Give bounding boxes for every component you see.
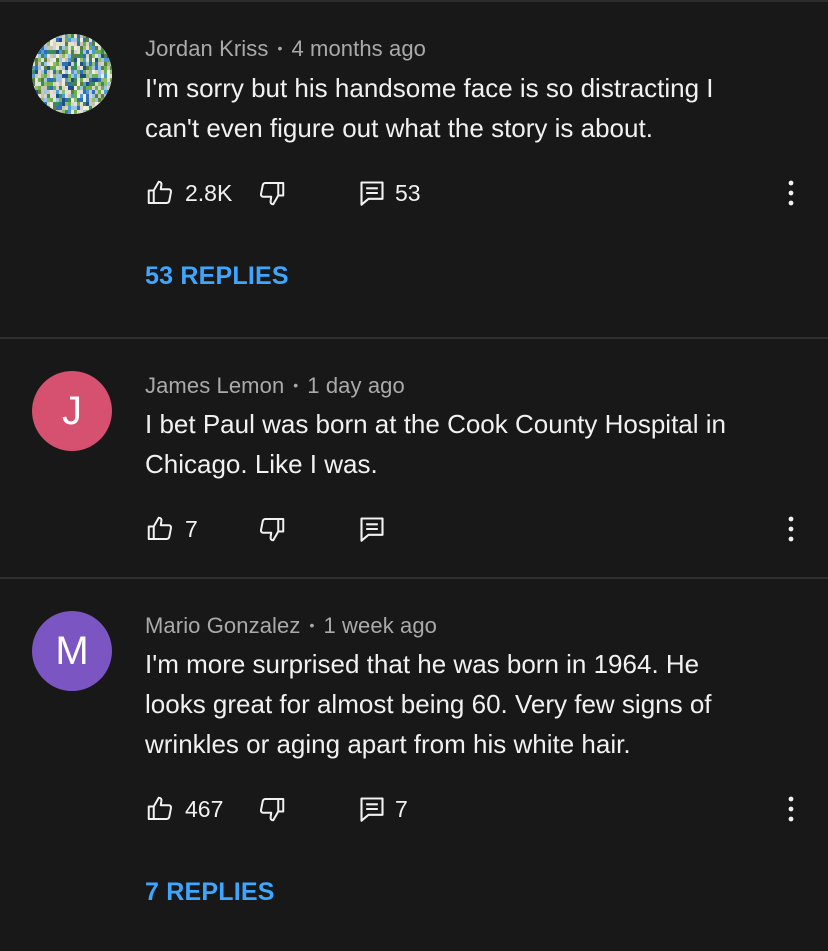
more-actions-button[interactable] bbox=[781, 509, 801, 549]
reply-comment-icon bbox=[360, 181, 384, 206]
author-name[interactable]: Jordan Kriss bbox=[145, 36, 268, 61]
comment-meta: Jordan Kriss • 4 months ago bbox=[145, 36, 426, 62]
comment-item: Jordan Kriss • 4 months ago I'm sorry but … bbox=[0, 0, 828, 337]
like-count: 7 bbox=[185, 515, 198, 542]
comment-item: M Mario Gonzalez • 1 week ago I'm more sur… bbox=[0, 579, 828, 951]
more-vertical-icon bbox=[788, 796, 794, 822]
comment-item: J James Lemon • 1 day ago I bet Paul was b… bbox=[0, 339, 828, 577]
comment-text-line: I bet Paul was born at the Cook County H… bbox=[145, 409, 726, 439]
author-name[interactable]: James Lemon bbox=[145, 373, 284, 398]
avatar-letter: J bbox=[62, 388, 82, 433]
avatar[interactable] bbox=[32, 34, 112, 114]
meta-separator: • bbox=[309, 617, 315, 633]
view-replies-link[interactable]: 7 REPLIES bbox=[145, 878, 275, 907]
comment-text: I'm more surprised that he was born in 1… bbox=[145, 644, 795, 764]
comment-text-line: Chicago. Like I was. bbox=[145, 449, 378, 479]
avatar[interactable]: J bbox=[32, 371, 112, 451]
comment-actions: 467 7 bbox=[145, 789, 828, 829]
comment-text-line: I'm more surprised that he was born in 1… bbox=[145, 649, 700, 679]
comment-time[interactable]: 1 day ago bbox=[307, 373, 405, 398]
reply-button[interactable]: 7 bbox=[359, 789, 408, 829]
thumbs-up-icon bbox=[147, 180, 173, 204]
comment-meta: Mario Gonzalez • 1 week ago bbox=[145, 613, 437, 639]
thumbs-down-icon bbox=[259, 798, 285, 822]
thumbs-down-icon bbox=[259, 518, 285, 542]
dislike-button[interactable] bbox=[257, 173, 287, 213]
reply-comment-icon bbox=[360, 517, 384, 542]
comment-text-line: wrinkles or aging apart from his white h… bbox=[145, 729, 631, 759]
dislike-button[interactable] bbox=[257, 509, 287, 549]
comment-actions: 7 bbox=[145, 509, 828, 549]
thumbs-up-icon bbox=[147, 516, 173, 540]
avatar-letter: M bbox=[55, 628, 89, 673]
like-count: 467 bbox=[185, 795, 224, 822]
more-actions-button[interactable] bbox=[781, 789, 801, 829]
reply-count: 7 bbox=[395, 795, 408, 822]
comment-text: I bet Paul was born at the Cook County H… bbox=[145, 404, 795, 484]
thumbs-down-icon bbox=[259, 182, 285, 206]
author-name[interactable]: Mario Gonzalez bbox=[145, 613, 300, 638]
like-button[interactable]: 7 bbox=[145, 509, 198, 549]
comment-text: I'm sorry but his handsome face is so di… bbox=[145, 68, 795, 148]
comment-text-line: looks great for almost being 60. Very fe… bbox=[145, 689, 712, 719]
like-button[interactable]: 467 bbox=[145, 789, 223, 829]
more-actions-button[interactable] bbox=[781, 173, 801, 213]
like-button[interactable]: 2.8K bbox=[145, 173, 232, 213]
meta-separator: • bbox=[277, 40, 283, 56]
reply-comment-icon bbox=[360, 797, 384, 822]
more-vertical-icon bbox=[788, 516, 794, 542]
comment-time[interactable]: 4 months ago bbox=[291, 36, 426, 61]
reply-button[interactable] bbox=[359, 509, 395, 549]
like-count: 2.8K bbox=[185, 179, 233, 206]
comment-text-line: can't even figure out what the story is … bbox=[145, 113, 653, 143]
mosaic-avatar-icon bbox=[32, 34, 112, 114]
comment-meta: James Lemon • 1 day ago bbox=[145, 373, 405, 399]
comment-actions: 2.8K 53 bbox=[145, 173, 828, 213]
reply-count: 53 bbox=[395, 179, 421, 206]
avatar[interactable]: M bbox=[32, 611, 112, 691]
meta-separator: • bbox=[293, 377, 299, 393]
dislike-button[interactable] bbox=[257, 789, 287, 829]
reply-button[interactable]: 53 bbox=[359, 173, 421, 213]
view-replies-link[interactable]: 53 REPLIES bbox=[145, 262, 289, 291]
thumbs-up-icon bbox=[147, 796, 173, 820]
comment-time[interactable]: 1 week ago bbox=[323, 613, 437, 638]
comment-text-line: I'm sorry but his handsome face is so di… bbox=[145, 73, 714, 103]
more-vertical-icon bbox=[788, 180, 794, 206]
